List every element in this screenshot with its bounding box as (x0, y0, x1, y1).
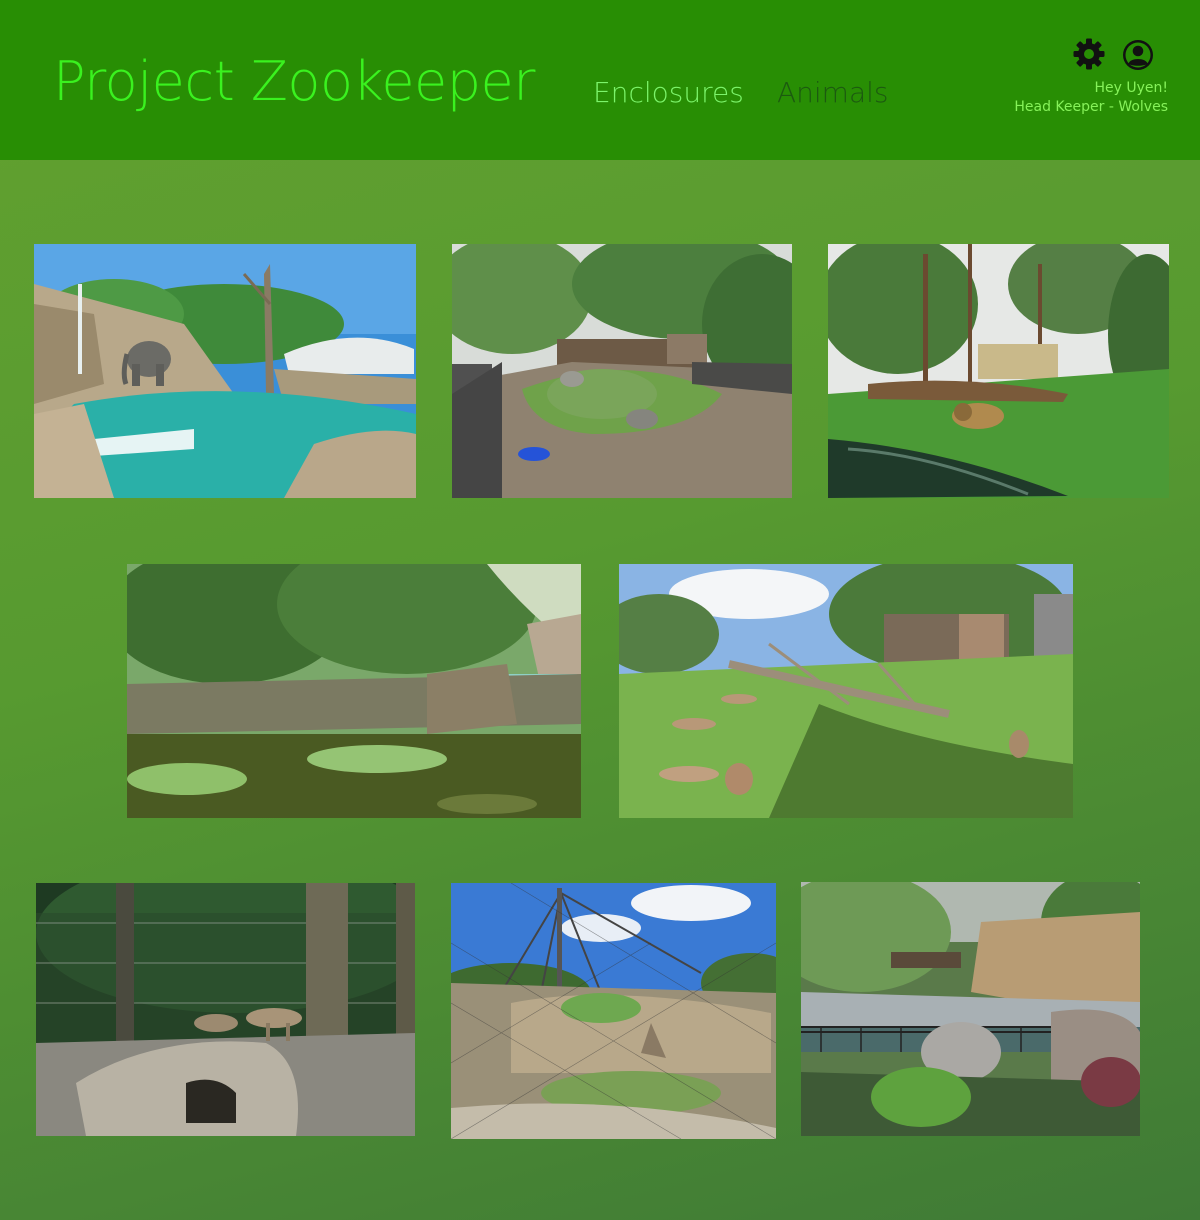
user-greeting-block: Hey Uyen! Head Keeper - Wolves (1014, 79, 1168, 117)
user-account-icon[interactable] (1122, 39, 1154, 71)
wolf-enclosure-photo[interactable] (36, 883, 415, 1136)
gear-icon[interactable] (1073, 38, 1105, 70)
app-header: Project Zookeeper Enclosures Animals Hey… (0, 0, 1200, 160)
netted-aviary-enclosure-photo[interactable] (451, 883, 776, 1139)
elephant-enclosure-photo[interactable] (34, 244, 416, 498)
kangaroo-enclosure-photo[interactable] (619, 564, 1073, 818)
greeting-text: Hey Uyen! (1094, 80, 1168, 96)
app-title: Project Zookeeper (53, 50, 535, 113)
tropical-hall-enclosure-photo[interactable] (801, 882, 1140, 1136)
tropical-pond-enclosure-photo[interactable] (127, 564, 581, 818)
nav-enclosures[interactable]: Enclosures (593, 76, 744, 109)
lion-enclosure-photo[interactable] (828, 244, 1169, 498)
nav-animals[interactable]: Animals (777, 76, 888, 109)
muddy-hill-enclosure-photo[interactable] (452, 244, 792, 498)
user-role-text: Head Keeper - Wolves (1014, 99, 1168, 115)
